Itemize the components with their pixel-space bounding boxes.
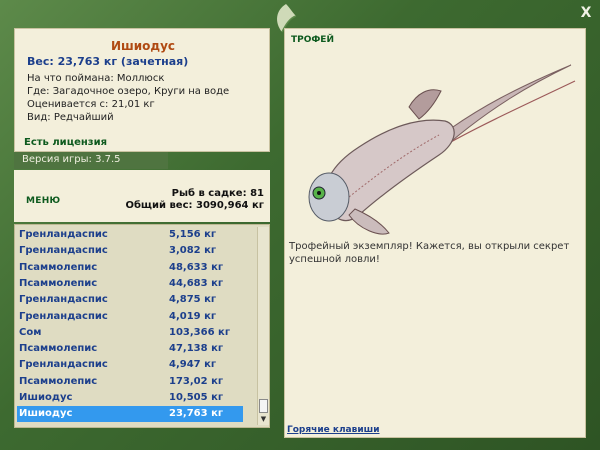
list-item-weight: 103,366 кг xyxy=(169,326,231,338)
list-item[interactable]: Ишиодус 10,505 кг xyxy=(17,390,243,406)
trophy-fish-image xyxy=(308,64,576,235)
list-item-weight: 4,019 кг xyxy=(169,310,217,322)
list-item[interactable]: Гренландаспис 4,947 кг xyxy=(17,357,243,373)
fish-rarity: Вид: Редчайший xyxy=(27,112,114,123)
list-item-name: Ишиодус xyxy=(19,392,73,403)
list-item-name: Псаммолепис xyxy=(19,375,98,387)
list-item-weight: 23,763 кг xyxy=(169,408,224,420)
list-item-weight: 10,505 кг xyxy=(169,392,224,403)
hotkeys-link[interactable]: Горячие клавиши xyxy=(287,425,380,435)
license-status: Есть лицензия xyxy=(24,137,108,148)
fish-count: Рыб в садке: 81 xyxy=(171,188,264,199)
fish-location: Где: Загадочное озеро, Круги на воде xyxy=(27,86,230,97)
list-item-name: Гренландаспис xyxy=(19,359,108,371)
fish-bait: На что поймана: Моллюск xyxy=(27,73,165,84)
list-item-name: Гренландаспис xyxy=(19,229,108,240)
list-item[interactable]: Гренландаспис 4,019 кг xyxy=(17,309,243,325)
fish-info-panel: Ишиодус Вес: 23,763 кг (зачетная) На что… xyxy=(14,28,270,152)
list-item-weight: 4,947 кг xyxy=(169,359,217,371)
list-item-name: Сом xyxy=(19,326,42,338)
list-item-weight: 173,02 кг xyxy=(169,375,224,387)
list-item[interactable]: Гренландаспис 3,082 кг xyxy=(17,243,243,259)
scroll-down-arrow-icon[interactable]: ▼ xyxy=(259,415,268,424)
fish-name: Ишиодус xyxy=(110,39,176,53)
fish-value: Оценивается с: 21,01 кг xyxy=(27,99,155,110)
list-item-name: Псаммолепис xyxy=(19,343,98,355)
list-item-weight: 3,082 кг xyxy=(169,245,217,257)
list-item[interactable]: Ишиодус 23,763 кг xyxy=(17,406,243,423)
list-item-name: Гренландаспис xyxy=(19,310,108,322)
scrollbar[interactable]: ▼ xyxy=(257,227,269,425)
trophy-title: ТРОФЕЙ xyxy=(291,35,334,45)
list-item-name: Псаммолепис xyxy=(19,277,98,289)
trophy-message: Трофейный экземпляр! Кажется, вы открыли… xyxy=(289,241,570,265)
list-item-name: Псаммолепис xyxy=(19,261,98,273)
list-item[interactable]: Псаммолепис 47,138 кг xyxy=(17,341,243,357)
list-item[interactable]: Гренландаспис 5,156 кг xyxy=(17,227,243,243)
list-item-weight: 48,633 кг xyxy=(169,261,224,273)
list-item-name: Ишиодус xyxy=(19,408,73,420)
game-version: Версия игры: 3.7.5 xyxy=(14,152,168,169)
fish-weight: Вес: 23,763 кг (зачетная) xyxy=(27,55,189,68)
menu-button[interactable]: МЕНЮ xyxy=(26,196,60,206)
list-item-weight: 5,156 кг xyxy=(169,229,217,240)
catch-list[interactable]: Гренландаспис 5,156 кг Гренландаспис 3,082 … xyxy=(14,224,270,428)
list-item[interactable]: Псаммолепис 173,02 кг xyxy=(17,374,243,390)
close-icon[interactable]: X xyxy=(578,5,594,21)
total-weight: Общий вес: 3090,964 кг xyxy=(125,200,264,211)
trophy-panel: ТРОФЕЙ Трофейный экземпляр! Кажется, вы … xyxy=(284,28,586,438)
list-item-weight: 4,875 кг xyxy=(169,294,217,306)
list-item[interactable]: Псаммолепис 48,633 кг xyxy=(17,260,243,276)
list-item-name: Гренландаспис xyxy=(19,245,108,257)
list-item-weight: 44,683 кг xyxy=(169,277,224,289)
list-item[interactable]: Псаммолепис 44,683 кг xyxy=(17,276,243,292)
scrollbar-thumb[interactable] xyxy=(259,399,268,413)
list-item-name: Гренландаспис xyxy=(19,294,108,306)
list-item[interactable]: Гренландаспис 4,875 кг xyxy=(17,292,243,308)
list-item[interactable]: Сом 103,366 кг xyxy=(17,325,243,341)
list-item-weight: 47,138 кг xyxy=(169,343,224,355)
